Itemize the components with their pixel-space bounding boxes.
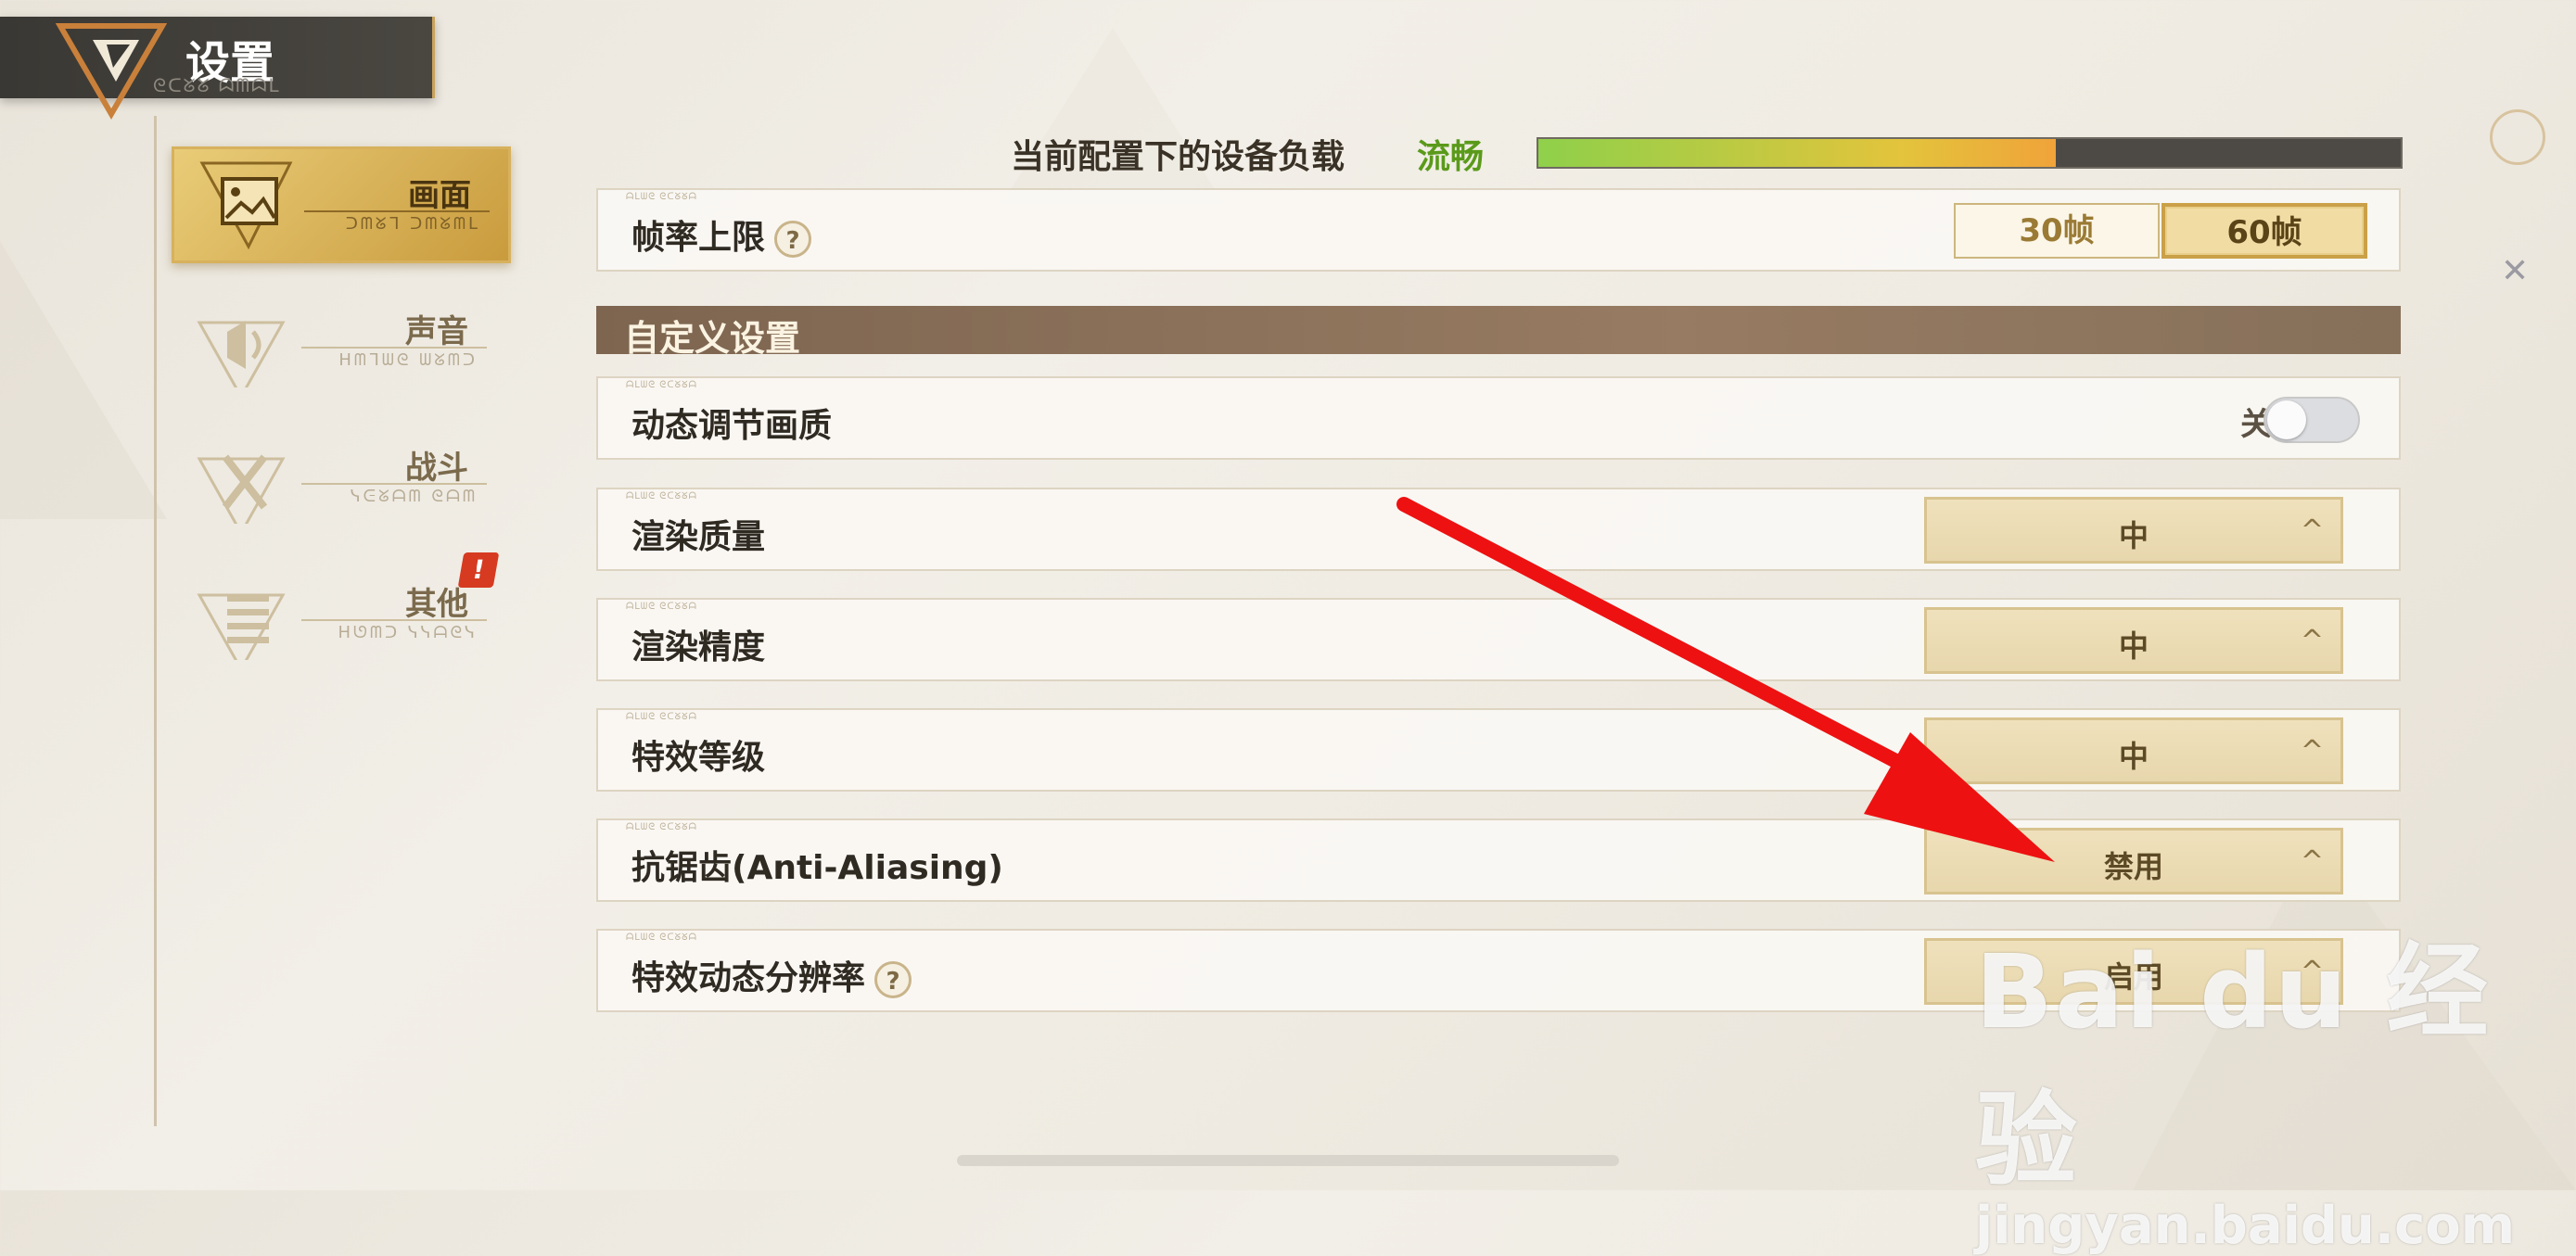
home-indicator[interactable] xyxy=(957,1155,1619,1166)
watermark-line2: jingyan.baidu.com xyxy=(1975,1196,2516,1256)
watermark-line1: Bai du 经验 xyxy=(1975,932,2491,1199)
baidu-watermark: Bai du 经验 jingyan.baidu.com xyxy=(1975,908,2576,1256)
